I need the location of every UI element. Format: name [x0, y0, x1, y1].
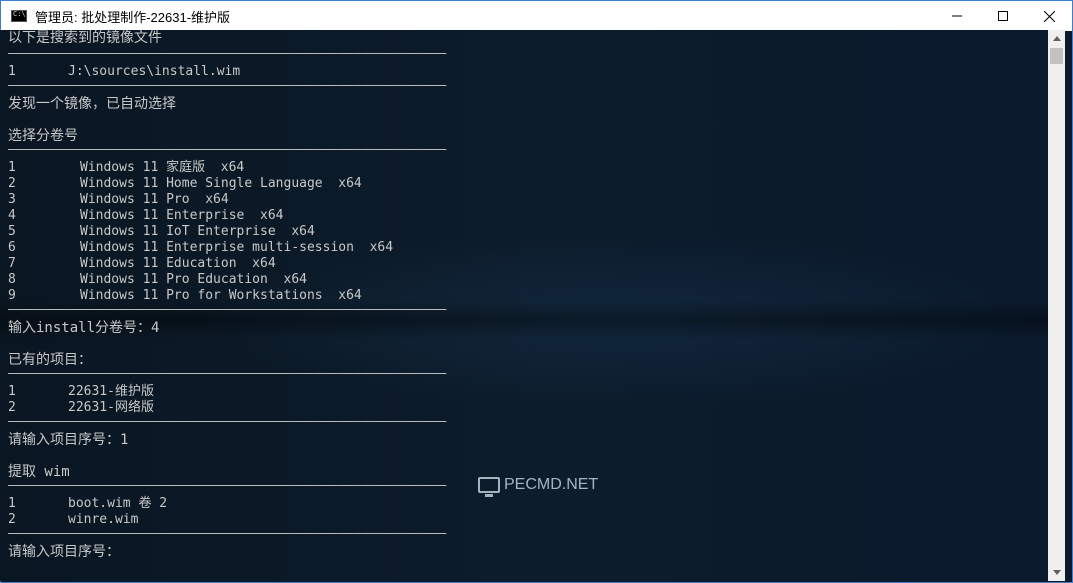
- window-title: 管理员: 批处理制作-22631-维护版: [35, 9, 231, 25]
- list-item: 1 boot.wim 卷 2: [8, 496, 168, 511]
- close-icon: [1043, 10, 1055, 22]
- separator: ————————————————————————————————————————…: [8, 142, 447, 157]
- list-item: 6 Windows 11 Enterprise multi-session x64: [8, 240, 394, 255]
- list-item: 8 Windows 11 Pro Education x64: [8, 272, 307, 287]
- list-item: 2 Windows 11 Home Single Language x64: [8, 176, 362, 191]
- maximize-icon: [998, 11, 1008, 21]
- separator: ————————————————————————————————————————…: [8, 78, 447, 93]
- separator: ————————————————————————————————————————…: [8, 414, 447, 429]
- list-item: 3 Windows 11 Pro x64: [8, 192, 229, 207]
- title-bar[interactable]: 管理员: 批处理制作-22631-维护版: [1, 1, 1072, 31]
- cmd-icon: [11, 10, 27, 22]
- vertical-scrollbar[interactable]: [1048, 30, 1065, 581]
- chevron-up-icon: [1052, 36, 1061, 41]
- search-header: 以下是搜索到的镜像文件: [8, 30, 162, 46]
- monitor-icon: [478, 477, 500, 497]
- separator: ————————————————————————————————————————…: [8, 478, 447, 493]
- separator: ————————————————————————————————————————…: [8, 526, 447, 541]
- scroll-thumb[interactable]: [1050, 48, 1063, 64]
- list-item: 7 Windows 11 Education x64: [8, 256, 276, 271]
- chevron-down-icon: [1052, 570, 1061, 575]
- volume-prompt: 输入install分卷号：4: [8, 320, 160, 336]
- console-output[interactable]: 以下是搜索到的镜像文件 ————————————————————————————…: [0, 30, 1048, 581]
- watermark-text: PECMD.NET: [504, 476, 599, 493]
- scroll-up-button[interactable]: [1048, 30, 1065, 47]
- separator: ————————————————————————————————————————…: [8, 366, 447, 381]
- watermark: PECMD.NET: [478, 476, 599, 497]
- minimize-button[interactable]: [934, 1, 980, 31]
- project-prompt: 请输入项目序号：1: [8, 432, 129, 448]
- list-item: 5 Windows 11 IoT Enterprise x64: [8, 224, 315, 239]
- maximize-button[interactable]: [980, 1, 1026, 31]
- list-item: 1 Windows 11 家庭版 x64: [8, 160, 245, 175]
- scroll-down-button[interactable]: [1048, 564, 1065, 581]
- close-button[interactable]: [1026, 1, 1072, 31]
- auto-select-message: 发现一个镜像，已自动选择: [8, 96, 176, 112]
- separator: ————————————————————————————————————————…: [8, 302, 447, 317]
- list-item: 1 22631-维护版: [8, 384, 154, 399]
- minimize-icon: [952, 15, 962, 17]
- list-item: 4 Windows 11 Enterprise x64: [8, 208, 284, 223]
- input-prompt[interactable]: 请输入项目序号：: [8, 544, 120, 560]
- separator: ————————————————————————————————————————…: [8, 46, 447, 61]
